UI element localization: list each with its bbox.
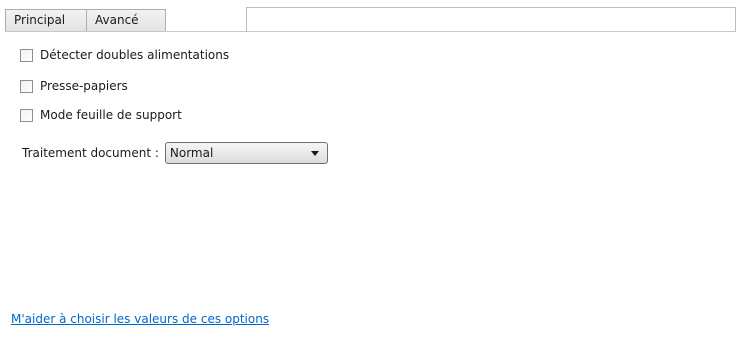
double-feed-label[interactable]: Détecter doubles alimentations bbox=[40, 48, 229, 62]
carrier-sheet-label[interactable]: Mode feuille de support bbox=[40, 108, 182, 122]
dropdown-arrow-icon bbox=[310, 151, 319, 156]
carrier-sheet-checkbox[interactable] bbox=[20, 108, 33, 122]
tab-principal[interactable]: Principal bbox=[5, 9, 87, 31]
clipboard-label[interactable]: Presse-papiers bbox=[40, 79, 128, 93]
document-processing-select[interactable]: Normal bbox=[164, 142, 328, 164]
document-processing-row: Traitement document : Normal bbox=[22, 142, 328, 164]
option-clipboard-row: Presse-papiers bbox=[20, 77, 128, 95]
document-processing-value: Normal bbox=[169, 146, 214, 160]
double-feed-checkbox[interactable] bbox=[20, 48, 33, 62]
options-panel: Détecter doubles alimentations Presse-pa… bbox=[0, 32, 736, 337]
help-link[interactable]: M'aider à choisir les valeurs de ces opt… bbox=[11, 312, 269, 326]
option-carrier-sheet-row: Mode feuille de support bbox=[20, 106, 182, 124]
document-processing-label: Traitement document : bbox=[22, 146, 159, 160]
option-double-feed-row: Détecter doubles alimentations bbox=[20, 46, 229, 64]
tab-strip-filler bbox=[246, 7, 736, 32]
tab-avance[interactable]: Avancé bbox=[86, 9, 166, 31]
clipboard-checkbox[interactable] bbox=[20, 79, 33, 93]
tab-bar: Principal Avancé bbox=[5, 6, 736, 32]
